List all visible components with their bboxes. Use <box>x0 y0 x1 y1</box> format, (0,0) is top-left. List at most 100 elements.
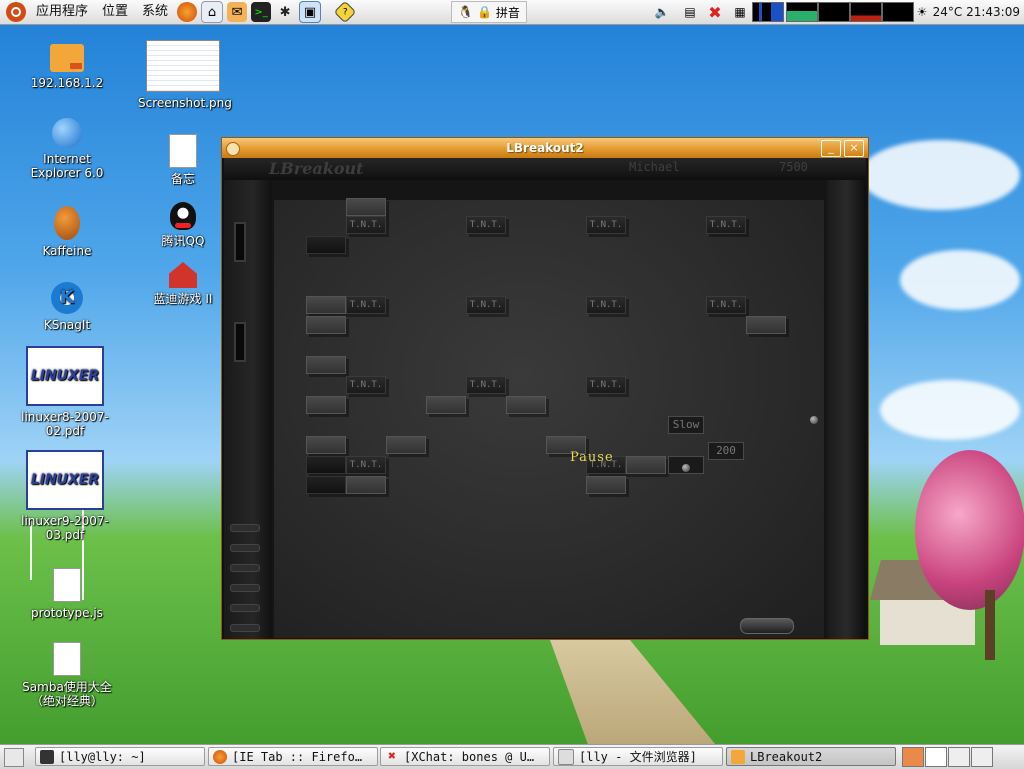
brick <box>306 396 346 414</box>
spider-icon[interactable]: ✱ <box>275 2 295 22</box>
pdf-icon: LINUXER <box>26 450 104 510</box>
dirt-path <box>550 640 720 750</box>
task-label: [lly - 文件浏览器] <box>579 750 697 764</box>
tnt-brick: T.N.T. <box>706 296 746 314</box>
tnt-brick: T.N.T. <box>706 216 746 234</box>
applications-menu[interactable]: 应用程序 <box>29 0 95 24</box>
weather-icon[interactable]: ☀ <box>914 2 930 22</box>
desktop-icon-memo[interactable]: 备忘 <box>138 134 228 186</box>
desktop-icon-ksnagit[interactable]: K KSnagIt <box>22 282 112 332</box>
frame-vent <box>230 624 260 632</box>
monitor-tray-icon[interactable]: ▦ <box>730 2 750 22</box>
cpu-monitor[interactable] <box>752 2 784 22</box>
paddle[interactable] <box>740 618 794 634</box>
desktop-icon-label: prototype.js <box>31 606 103 620</box>
task-label: [XChat: bones @ U… <box>404 749 535 764</box>
frame-slot <box>234 322 246 362</box>
help-icon[interactable]: ? <box>333 0 357 24</box>
tnt-brick: T.N.T. <box>586 216 626 234</box>
desktop-icon-qq[interactable]: 腾讯QQ <box>138 202 228 248</box>
desktop-icon-prototype-js[interactable]: prototype.js <box>22 568 112 620</box>
top-panel: 应用程序 位置 系统 ⌂ ✉ >_ ✱ ▣ ? 🐧 🔒 拼音 🔈 ▤ ✖ ▦ ☀… <box>0 0 1024 25</box>
firefox-icon[interactable] <box>177 2 198 22</box>
clock[interactable]: 24°C 21:43:09 <box>933 0 1020 24</box>
desktop-icon-linuxer8[interactable]: LINUXER linuxer8-2007- 02.pdf <box>20 346 110 438</box>
workspace-3[interactable] <box>948 747 970 767</box>
document-icon <box>53 642 81 676</box>
lbreakout-icon <box>731 749 745 764</box>
ubuntu-logo-icon[interactable] <box>6 2 26 22</box>
task-label: [IE Tab :: Firefo… <box>232 749 363 764</box>
desktop-icon-label: Samba使用大全 （绝对经典） <box>22 680 112 708</box>
workspace-4[interactable] <box>971 747 993 767</box>
xchat-icon: ✖ <box>388 748 396 764</box>
task-label: LBreakout2 <box>750 749 823 764</box>
tnt-brick: T.N.T. <box>346 456 386 474</box>
brick <box>306 436 346 454</box>
xchat-tray-icon[interactable]: ✖ <box>704 2 726 22</box>
desktop-icon-internet-explorer[interactable]: Internet Explorer 6.0 <box>22 118 112 180</box>
taskbar-item-file-browser[interactable]: [lly - 文件浏览器] <box>553 747 723 766</box>
taskbar-item-lbreakout[interactable]: LBreakout2 <box>726 747 896 766</box>
terminal-icon[interactable]: >_ <box>251 2 272 22</box>
task-label: [lly@lly: ~] <box>59 749 146 764</box>
taskbar-item-xchat[interactable]: ✖ [XChat: bones @ U… <box>380 747 550 766</box>
screen-icon[interactable]: ▣ <box>299 1 322 23</box>
game-area[interactable]: LBreakout Michael 7500 T.N.T. T.N.T. T.N… <box>224 158 866 639</box>
swap-monitor[interactable] <box>850 2 882 22</box>
desktop-icon-label: KSnagIt <box>43 318 91 332</box>
tnt-brick: T.N.T. <box>466 296 506 314</box>
desktop-icon-label: 备忘 <box>170 172 195 186</box>
frame-vent <box>230 564 260 572</box>
ball-icon <box>682 464 690 472</box>
desktop-icon-landi-game[interactable]: 蓝迪游戏 II <box>138 262 228 306</box>
file-browser-icon <box>558 748 574 765</box>
desktop-icon-samba[interactable]: Samba使用大全 （绝对经典） <box>22 642 112 708</box>
workspace-2[interactable] <box>925 747 947 767</box>
document-icon <box>169 134 197 168</box>
desktop-icon-linuxer9[interactable]: LINUXER linuxer9-2007- 03.pdf <box>20 450 110 542</box>
desktop-icon-label: Screenshot.png <box>138 96 232 110</box>
window-titlebar[interactable]: LBreakout2 _ × <box>222 138 868 158</box>
show-desktop-button[interactable] <box>4 748 24 767</box>
game-logo: LBreakout <box>269 159 364 178</box>
firefox-icon <box>213 749 227 764</box>
desktop-icon-screenshot[interactable]: Screenshot.png <box>138 40 232 110</box>
brick <box>626 456 666 474</box>
brick <box>306 456 346 474</box>
frame-vent <box>230 604 260 612</box>
right-frame <box>827 180 866 639</box>
brick <box>346 198 386 216</box>
brick <box>306 236 346 254</box>
lock-icon: 🔒 <box>476 5 492 19</box>
load-monitor[interactable] <box>882 2 914 22</box>
workspace-1[interactable] <box>902 747 924 767</box>
volume-icon[interactable]: 🔈 <box>652 2 672 22</box>
left-frame <box>224 180 272 639</box>
taskbar-item-firefox[interactable]: [IE Tab :: Firefo… <box>208 747 378 766</box>
desktop-icon-label: 192.168.1.2 <box>30 76 104 90</box>
network-icon[interactable]: ⌂ <box>201 1 224 23</box>
desktop-icon-192-168-1-2[interactable]: 192.168.1.2 <box>22 44 112 90</box>
memory-monitor[interactable] <box>786 2 818 22</box>
input-method-indicator[interactable]: 🐧 🔒 拼音 <box>451 1 527 23</box>
globe-icon <box>52 118 82 148</box>
network-status-icon[interactable]: ▤ <box>680 2 700 22</box>
score: 7500 <box>779 160 808 174</box>
close-button[interactable]: × <box>844 140 864 157</box>
brick <box>346 476 386 494</box>
tnt-brick: T.N.T. <box>346 296 386 314</box>
desktop-icon-label: 蓝迪游戏 II <box>153 292 213 306</box>
taskbar-item-terminal[interactable]: [lly@lly: ~] <box>35 747 205 766</box>
image-icon <box>146 40 220 92</box>
extra-ball-bonus <box>668 456 704 474</box>
minimize-button[interactable]: _ <box>821 140 841 157</box>
places-menu[interactable]: 位置 <box>95 0 135 24</box>
mail-icon[interactable]: ✉ <box>227 2 248 22</box>
system-menu[interactable]: 系统 <box>135 0 175 24</box>
pdf-icon: LINUXER <box>26 346 104 406</box>
desktop-icon-kaffeine[interactable]: Kaffeine <box>22 206 112 258</box>
points-bonus: 200 <box>708 442 744 460</box>
network-monitor[interactable] <box>818 2 850 22</box>
tnt-brick: T.N.T. <box>586 296 626 314</box>
